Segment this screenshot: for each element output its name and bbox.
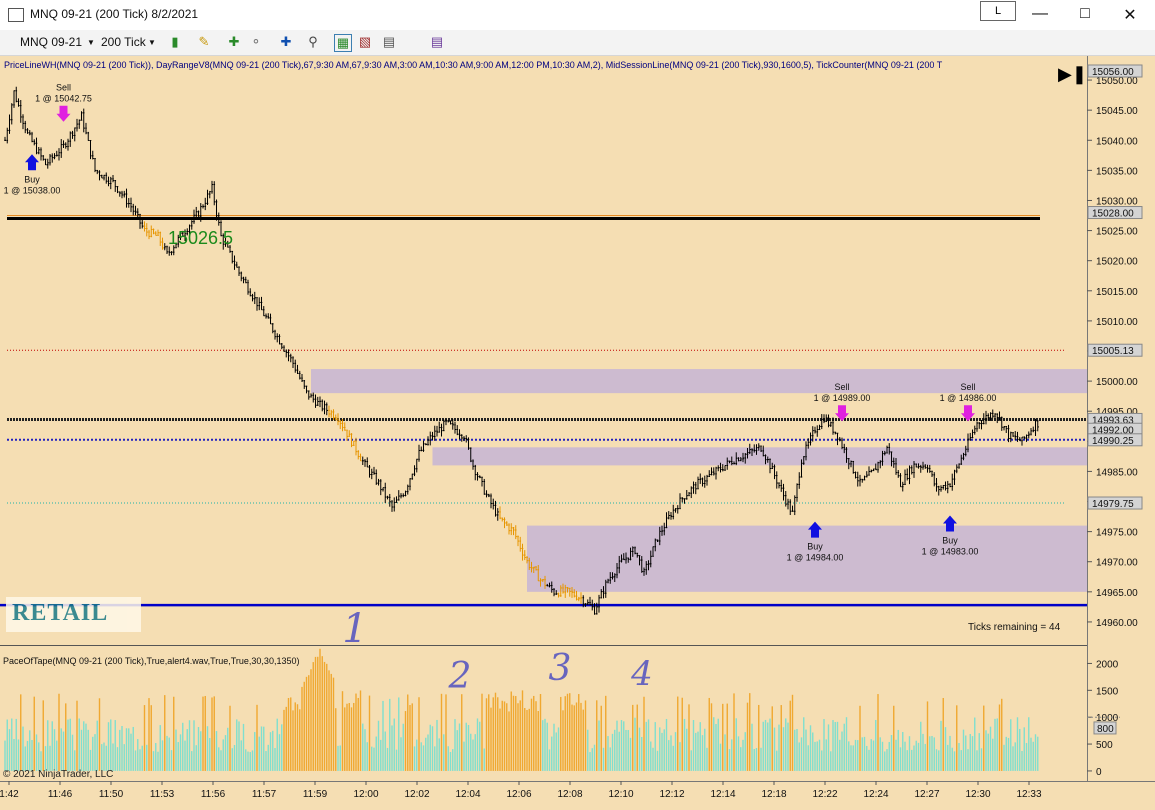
mode-badge[interactable]: L: [980, 1, 1016, 21]
zoom-icon[interactable]: ⚲: [305, 34, 321, 50]
time-tick-label: 12:00: [353, 789, 378, 800]
buy-fill-text: 1 @ 14983.00: [922, 547, 979, 557]
pace-current-label: 800: [1097, 724, 1114, 735]
ticks-remaining: Ticks remaining = 44: [968, 622, 1061, 633]
time-tick-label: 12:24: [863, 789, 888, 800]
price-tag-label: 15005.13: [1092, 346, 1134, 357]
handwritten-number: 3: [549, 648, 572, 689]
data-box-icon[interactable]: ▧: [357, 34, 373, 50]
price-tick-label: 14965.00: [1096, 588, 1138, 599]
sell-label: Sell: [834, 382, 849, 392]
maximize-icon[interactable]: □: [1070, 5, 1100, 23]
price-tick-label: 15045.00: [1096, 106, 1138, 117]
time-tick-label: 11:46: [48, 789, 73, 800]
window-titlebar: MNQ 09-21 (200 Tick) 8/2/2021 L — □ ✕: [0, 0, 1155, 31]
chart-toolbar: MNQ 09-21 ▼ 200 Tick ▼ ▮ ✎ ✚ ⚬ ✚ ⚲ ▦ ▧ ▤…: [0, 30, 1155, 56]
time-tick-label: 1:42: [0, 789, 19, 800]
strategy-icon[interactable]: ▦: [334, 34, 352, 52]
price-tick-label: 15010.00: [1096, 317, 1138, 328]
time-tick-label: 12:08: [557, 789, 582, 800]
sell-fill-text: 1 @ 14986.00: [940, 393, 997, 403]
buy-fill-text: 1 @ 14984.00: [787, 553, 844, 563]
chart-window-icon: [8, 8, 24, 22]
buy-label: Buy: [24, 174, 40, 184]
price-tick-label: 15040.00: [1096, 136, 1138, 147]
price-tick-label: 15020.00: [1096, 257, 1138, 268]
pace-tick-label: 500: [1096, 740, 1113, 751]
price-tag-label: 14990.25: [1092, 436, 1134, 447]
crosshair-icon[interactable]: ✚: [278, 34, 294, 50]
add-drawing-icon[interactable]: ✚: [226, 34, 242, 50]
buy-label: Buy: [942, 536, 958, 546]
price-chart[interactable]: Sell1 @ 15042.75Buy1 @ 15038.00Sell1 @ 1…: [0, 56, 1155, 810]
sell-label: Sell: [56, 83, 71, 93]
time-tick-label: 11:56: [201, 789, 226, 800]
time-tick-label: 12:12: [659, 789, 684, 800]
close-icon[interactable]: ✕: [1115, 5, 1145, 25]
instrument-selector[interactable]: MNQ 09-21: [20, 35, 82, 49]
chevron-down-icon[interactable]: ▼: [148, 38, 156, 47]
supply-demand-zone: [432, 447, 1087, 466]
price-tag-label: 14979.75: [1092, 499, 1134, 510]
time-tick-label: 12:14: [710, 789, 735, 800]
time-tick-label: 11:57: [252, 789, 277, 800]
price-tick-label: 14975.00: [1096, 528, 1138, 539]
properties-icon[interactable]: ▤: [429, 34, 445, 50]
time-tick-label: 11:59: [303, 789, 328, 800]
copyright-text: © 2021 NinjaTrader, LLC: [3, 769, 114, 780]
buy-label: Buy: [807, 542, 823, 552]
window-title: MNQ 09-21 (200 Tick) 8/2/2021: [30, 7, 199, 21]
time-tick-label: 11:53: [150, 789, 175, 800]
time-tick-label: 12:10: [608, 789, 633, 800]
indicator-list: PriceLineWH(MNQ 09-21 (200 Tick)), DayRa…: [4, 60, 943, 70]
sell-label: Sell: [960, 382, 975, 392]
sell-fill-text: 1 @ 14989.00: [814, 393, 871, 403]
level-label: 15026.5: [168, 228, 234, 248]
handwritten-number: 2: [448, 656, 472, 697]
play-end-icon[interactable]: ▶❚: [1058, 64, 1087, 85]
price-tick-label: 15030.00: [1096, 196, 1138, 207]
time-tick-label: 12:27: [914, 789, 939, 800]
pencil-icon[interactable]: ✎: [196, 34, 212, 50]
time-tick-label: 12:22: [812, 789, 837, 800]
price-tag-label: 15028.00: [1092, 209, 1134, 220]
price-tick-label: 14985.00: [1096, 467, 1138, 478]
retail-watermark: RETAIL: [6, 597, 141, 632]
pace-tick-label: 1500: [1096, 686, 1119, 697]
time-tick-label: 12:04: [455, 789, 480, 800]
chart-panel[interactable]: Sell 1 @ 15042.75 Buy 1 @ 15038.00 Sell 1 @ 1…: [0, 56, 1155, 810]
price-tick-label: 15035.00: [1096, 166, 1138, 177]
pace-tick-label: 2000: [1096, 659, 1119, 670]
time-tick-label: 12:30: [965, 789, 990, 800]
sell-fill-text: 1 @ 15042.75: [35, 94, 92, 104]
pace-of-tape-label: PaceOfTape(MNQ 09-21 (200 Tick),True,ale…: [3, 656, 300, 666]
minimize-icon[interactable]: —: [1025, 5, 1055, 23]
time-tick-label: 11:50: [99, 789, 124, 800]
price-tick-label: 14960.00: [1096, 618, 1138, 629]
price-tick-label: 15015.00: [1096, 287, 1138, 298]
time-tick-label: 12:18: [761, 789, 786, 800]
magnet-icon[interactable]: ⚬: [248, 34, 264, 50]
interval-selector[interactable]: 200 Tick: [101, 35, 146, 49]
handwritten-number: 1: [342, 606, 367, 652]
time-tick-label: 12:02: [404, 789, 429, 800]
chevron-down-icon[interactable]: ▼: [87, 38, 95, 47]
buy-fill-text: 1 @ 15038.00: [4, 185, 61, 195]
price-tick-label: 15025.00: [1096, 227, 1138, 238]
bar-style-icon[interactable]: ▮: [167, 34, 183, 50]
chart-trader-icon[interactable]: ▤: [381, 34, 397, 50]
time-tick-label: 12:06: [506, 789, 531, 800]
handwritten-number: 4: [630, 654, 653, 694]
pace-tick-label: 0: [1096, 767, 1102, 778]
price-tick-label: 14970.00: [1096, 558, 1138, 569]
price-tag-label: 15056.00: [1092, 67, 1134, 78]
time-tick-label: 12:33: [1016, 789, 1041, 800]
price-tick-label: 15000.00: [1096, 377, 1138, 388]
retail-text: RETAIL: [12, 600, 109, 626]
